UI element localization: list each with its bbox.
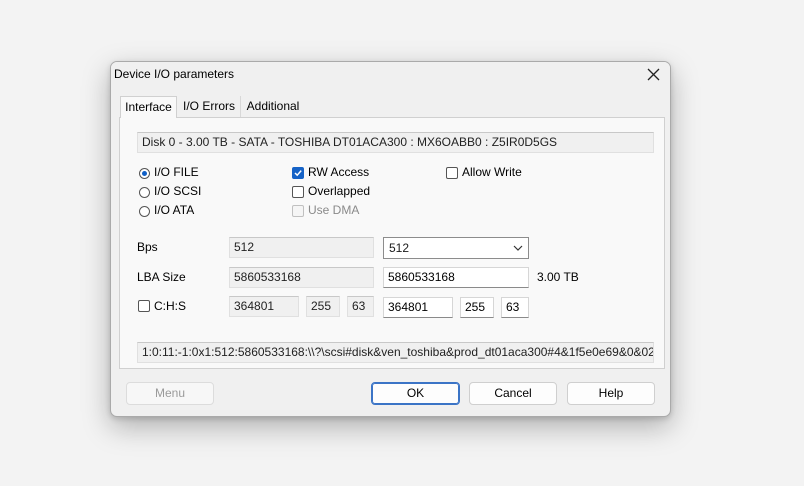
title-bar: Device I/O parameters: [111, 62, 670, 88]
chs-heads-input[interactable]: 255: [460, 297, 494, 318]
tab-additional[interactable]: Additional: [242, 96, 304, 117]
ok-button[interactable]: OK: [371, 382, 460, 405]
overlapped-label: Overlapped: [308, 184, 371, 198]
checkmark-icon: [294, 170, 302, 177]
device-io-dialog: Device I/O parameters Interface I/O Erro…: [110, 61, 671, 417]
bps-label: Bps: [137, 240, 158, 254]
window-title: Device I/O parameters: [114, 67, 235, 81]
io-scsi-label: I/O SCSI: [154, 184, 202, 198]
lba-size-input[interactable]: 5860533168: [383, 267, 529, 288]
bps-select[interactable]: 512: [383, 237, 529, 259]
io-scsi-radio[interactable]: [139, 187, 150, 198]
interface-tab-panel: Disk 0 - 3.00 TB - SATA - TOSHIBA DT01AC…: [119, 117, 665, 369]
allow-write-checkbox[interactable]: [446, 167, 458, 179]
device-path-field[interactable]: 1:0:11:-1:0x1:512:5860533168:\\?\scsi#di…: [137, 342, 654, 363]
chevron-down-icon: [513, 245, 523, 251]
tab-interface[interactable]: Interface: [120, 96, 177, 118]
use-dma-label: Use DMA: [308, 203, 360, 217]
menu-button[interactable]: Menu: [126, 382, 214, 405]
tab-io-errors[interactable]: I/O Errors: [178, 96, 241, 117]
chs-label: C:H:S: [154, 299, 187, 313]
io-file-radio[interactable]: [139, 168, 150, 179]
allow-write-label: Allow Write: [462, 165, 522, 179]
bps-current-field[interactable]: 512: [229, 237, 374, 258]
lba-current-field[interactable]: 5860533168: [229, 267, 374, 288]
close-icon: [647, 68, 659, 81]
chs-checkbox[interactable]: [138, 300, 150, 312]
bps-select-value: 512: [389, 241, 410, 255]
chs-current-sectors[interactable]: 63: [347, 296, 374, 317]
io-ata-radio[interactable]: [139, 206, 150, 217]
use-dma-checkbox[interactable]: [292, 205, 304, 217]
cancel-button[interactable]: Cancel: [469, 382, 557, 405]
chs-sectors-input[interactable]: 63: [501, 297, 529, 318]
lba-size-label: LBA Size: [137, 270, 186, 284]
lba-size-capacity: 3.00 TB: [537, 270, 579, 284]
device-summary-field[interactable]: Disk 0 - 3.00 TB - SATA - TOSHIBA DT01AC…: [137, 132, 654, 153]
io-file-label: I/O FILE: [154, 165, 199, 179]
chs-current-heads[interactable]: 255: [306, 296, 340, 317]
rw-access-checkbox[interactable]: [292, 167, 304, 179]
io-ata-label: I/O ATA: [154, 203, 195, 217]
overlapped-checkbox[interactable]: [292, 186, 304, 198]
help-button[interactable]: Help: [567, 382, 655, 405]
chs-cylinders-input[interactable]: 364801: [383, 297, 453, 318]
close-button[interactable]: [642, 65, 664, 85]
chs-current-cylinders[interactable]: 364801: [229, 296, 299, 317]
rw-access-label: RW Access: [308, 165, 370, 179]
